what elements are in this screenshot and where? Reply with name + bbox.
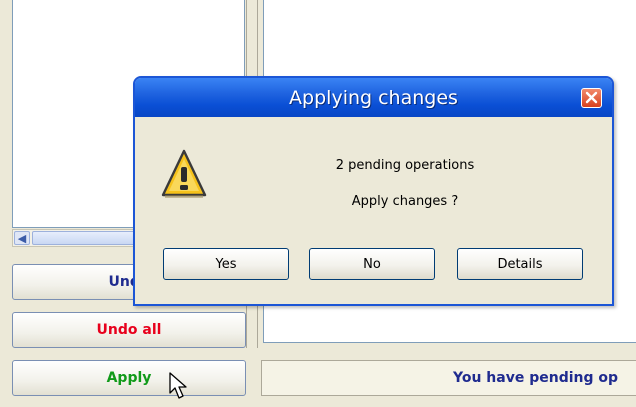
chevron-left-icon: ◀	[17, 231, 27, 245]
close-icon	[585, 91, 598, 104]
no-button-label: No	[363, 256, 381, 272]
yes-button[interactable]: Yes	[163, 248, 289, 280]
no-button[interactable]: No	[309, 248, 435, 280]
yes-button-label: Yes	[215, 256, 237, 272]
dialog-title-bar[interactable]: Applying changes	[135, 78, 612, 117]
status-text: You have pending op	[453, 370, 619, 386]
mouse-pointer-icon	[169, 372, 187, 399]
close-button[interactable]	[581, 88, 602, 108]
dialog-title: Applying changes	[289, 86, 458, 109]
details-button-label: Details	[497, 256, 543, 272]
applying-changes-dialog: Applying changes 2 pending operations Ap…	[133, 76, 614, 306]
scroll-left-button[interactable]: ◀	[14, 231, 30, 245]
status-message: You have pending op	[261, 360, 636, 396]
apply-button[interactable]: Apply	[12, 360, 246, 396]
pending-operations-text: 2 pending operations	[335, 158, 475, 173]
apply-changes-question: Apply changes ?	[351, 194, 459, 209]
undo-all-button-label: Undo all	[96, 322, 162, 338]
warning-icon	[161, 149, 207, 198]
undo-all-button[interactable]: Undo all	[12, 312, 246, 348]
apply-button-label: Apply	[106, 370, 152, 386]
details-button[interactable]: Details	[457, 248, 583, 280]
